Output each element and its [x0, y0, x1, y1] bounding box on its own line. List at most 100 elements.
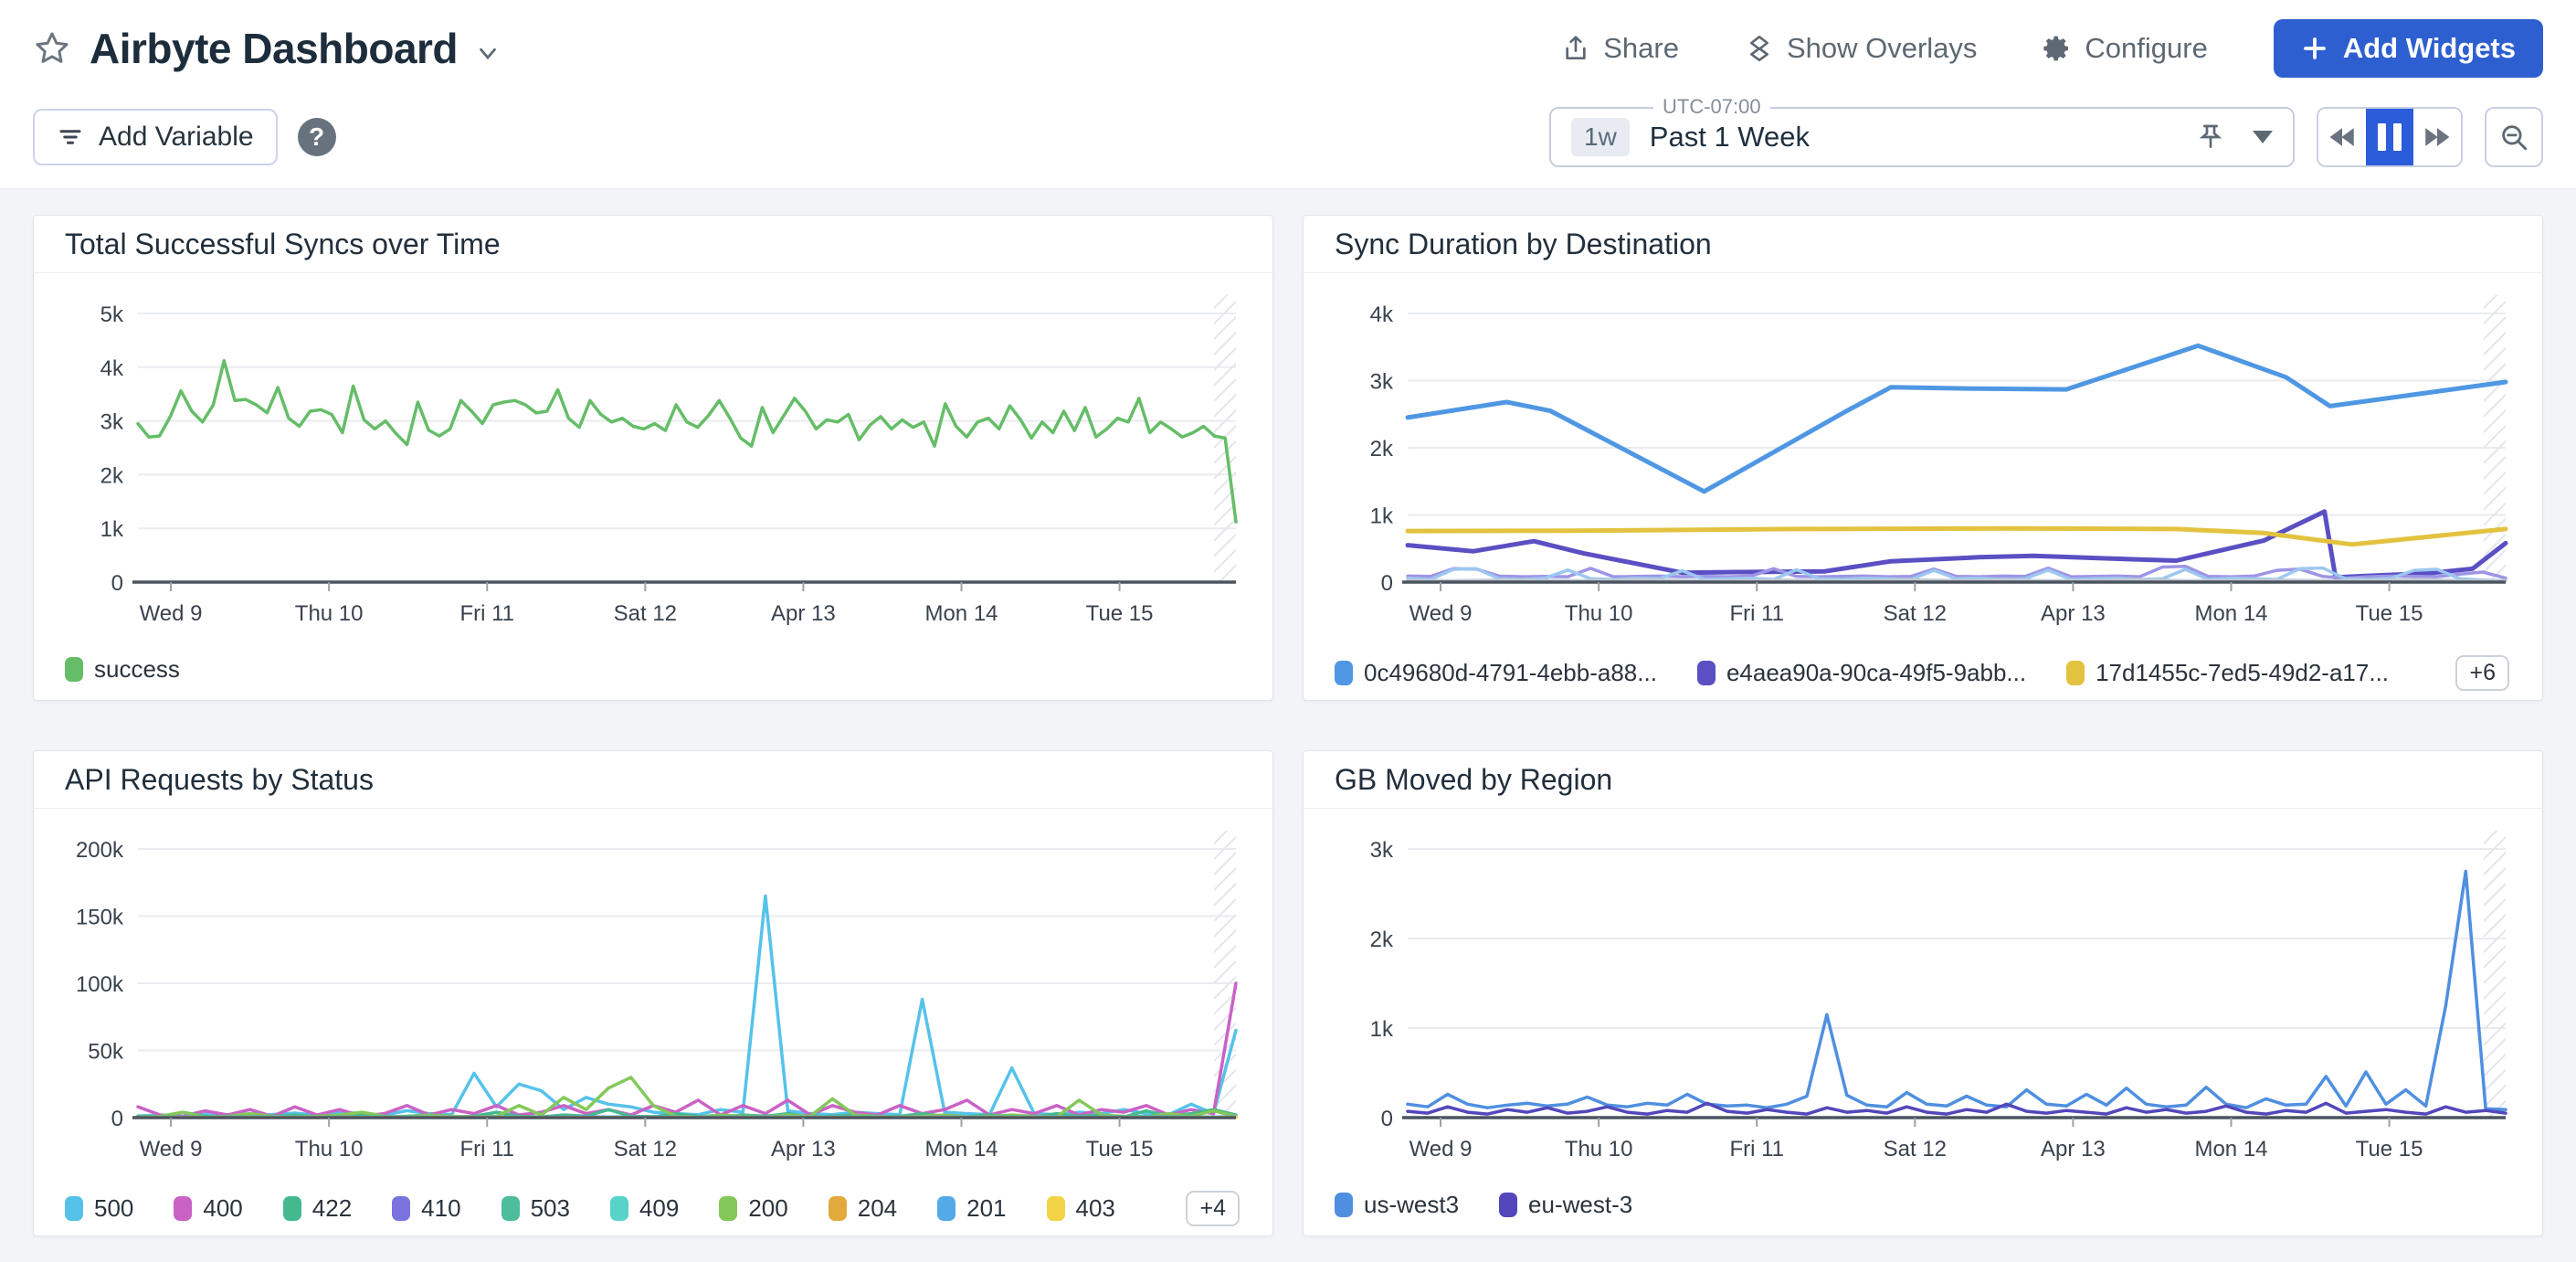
widget-title: Total Successful Syncs over Time	[65, 228, 501, 261]
time-dropdown-caret-icon[interactable]	[2253, 131, 2273, 143]
pause-button[interactable]	[2366, 109, 2413, 165]
chart-legend: success	[65, 655, 1260, 684]
chart-canvas[interactable]: 5k4k3k2k1k0Wed 9Thu 10Fri 11Sat 12Apr 13…	[47, 281, 1260, 646]
svg-text:Thu 10: Thu 10	[295, 601, 364, 626]
chart-canvas[interactable]: 3k2k1k0Wed 9Thu 10Fri 11Sat 12Apr 13Mon …	[1316, 816, 2529, 1182]
legend-label: 422	[312, 1194, 352, 1223]
widget-body: 5k4k3k2k1k0Wed 9Thu 10Fri 11Sat 12Apr 13…	[34, 273, 1272, 684]
legend-label: eu-west-3	[1528, 1191, 1632, 1219]
legend-item[interactable]: success	[65, 655, 180, 684]
svg-text:Tue 15: Tue 15	[1086, 1137, 1154, 1161]
svg-text:Fri 11: Fri 11	[459, 1137, 514, 1161]
legend-swatch	[610, 1196, 628, 1221]
svg-text:4k: 4k	[100, 356, 124, 381]
legend-swatch	[1335, 1193, 1353, 1217]
legend-swatch	[1499, 1193, 1517, 1217]
legend-label: success	[94, 655, 180, 684]
svg-text:Sat 12: Sat 12	[1884, 601, 1947, 626]
legend-item[interactable]: 201	[937, 1194, 1006, 1223]
legend-item[interactable]: 500	[65, 1194, 133, 1223]
legend-item[interactable]: 410	[392, 1194, 460, 1223]
show-overlays-button[interactable]: Show Overlays	[1745, 32, 1977, 65]
header-actions: Share Show Overlays Configure	[1561, 19, 2543, 78]
svg-text:Apr 13: Apr 13	[771, 1137, 836, 1161]
legend-item[interactable]: 200	[719, 1194, 787, 1223]
svg-text:1k: 1k	[100, 517, 124, 542]
svg-text:5k: 5k	[100, 302, 124, 327]
svg-text:50k: 50k	[88, 1040, 124, 1065]
legend-swatch	[719, 1196, 737, 1221]
svg-text:Fri 11: Fri 11	[459, 601, 514, 626]
widget-sync-duration: Sync Duration by Destination 4k3k2k1k0We…	[1303, 215, 2543, 701]
svg-text:Sat 12: Sat 12	[1884, 1137, 1947, 1161]
pin-icon[interactable]	[2196, 122, 2225, 152]
svg-text:Wed 9: Wed 9	[1409, 1137, 1473, 1161]
legend-item[interactable]: 17d1455c-7ed5-49d2-a17...	[2066, 659, 2389, 687]
svg-text:Fri 11: Fri 11	[1729, 601, 1784, 626]
legend-swatch	[392, 1196, 410, 1221]
configure-button[interactable]: Configure	[2043, 32, 2207, 65]
legend-swatch	[283, 1196, 301, 1221]
favorite-star-icon[interactable]	[33, 29, 71, 68]
svg-text:100k: 100k	[76, 972, 124, 997]
chart-legend: us-west3 eu-west-3	[1335, 1191, 2529, 1219]
add-widgets-button[interactable]: Add Widgets	[2274, 19, 2543, 78]
svg-text:Apr 13: Apr 13	[2041, 601, 2106, 626]
add-variable-label: Add Variable	[99, 122, 254, 153]
time-range-chip[interactable]: 1w	[1571, 118, 1630, 156]
add-variable-button[interactable]: Add Variable	[33, 109, 278, 165]
svg-text:3k: 3k	[100, 410, 124, 435]
legend-item[interactable]: 0c49680d-4791-4ebb-a88...	[1335, 659, 1657, 687]
legend-swatch	[1335, 661, 1353, 685]
time-range-picker[interactable]: UTC-07:00 1w Past 1 Week	[1549, 107, 2295, 167]
legend-item[interactable]: 204	[829, 1194, 897, 1223]
svg-text:0: 0	[111, 1107, 123, 1131]
legend-swatch	[1047, 1196, 1065, 1221]
widget-header[interactable]: Total Successful Syncs over Time	[34, 216, 1272, 273]
widget-header[interactable]: API Requests by Status	[34, 751, 1272, 809]
svg-text:Sat 12: Sat 12	[614, 1137, 677, 1161]
legend-item[interactable]: 503	[501, 1194, 570, 1223]
svg-text:Mon 14: Mon 14	[2194, 601, 2267, 626]
svg-text:Tue 15: Tue 15	[2356, 1137, 2423, 1161]
rewind-button[interactable]	[2318, 109, 2366, 165]
fast-forward-button[interactable]	[2413, 109, 2461, 165]
legend-swatch	[65, 1196, 83, 1221]
widget-body: 4k3k2k1k0Wed 9Thu 10Fri 11Sat 12Apr 13Mo…	[1304, 273, 2542, 691]
share-button[interactable]: Share	[1561, 32, 1679, 65]
svg-text:2k: 2k	[1370, 928, 1394, 952]
svg-text:3k: 3k	[1370, 370, 1394, 395]
svg-text:4k: 4k	[1370, 302, 1394, 327]
plus-icon	[2301, 35, 2328, 62]
legend-item[interactable]: us-west3	[1335, 1191, 1459, 1219]
widget-header[interactable]: GB Moved by Region	[1304, 751, 2542, 809]
legend-label: us-west3	[1364, 1191, 1459, 1219]
legend-overflow-chip[interactable]: +6	[2455, 655, 2509, 691]
legend-item[interactable]: 409	[610, 1194, 679, 1223]
legend-item[interactable]: e4aea90a-90ca-49f5-9abb...	[1697, 659, 2026, 687]
help-button[interactable]: ?	[298, 118, 336, 156]
header-toolbar-row: Add Variable ? UTC-07:00 1w Past 1 Week	[0, 97, 2576, 188]
legend-item[interactable]: 403	[1047, 1194, 1115, 1223]
legend-overflow-chip[interactable]: +4	[1186, 1191, 1240, 1226]
legend-item[interactable]: eu-west-3	[1499, 1191, 1632, 1219]
svg-text:2k: 2k	[1370, 437, 1394, 461]
legend-item[interactable]: 422	[283, 1194, 352, 1223]
chart-canvas[interactable]: 4k3k2k1k0Wed 9Thu 10Fri 11Sat 12Apr 13Mo…	[1316, 281, 2529, 646]
share-label: Share	[1603, 32, 1679, 65]
page-title[interactable]: Airbyte Dashboard	[90, 24, 458, 73]
chart-legend: 500 400 422 410 503 409 200 204 201 403 +4	[65, 1191, 1260, 1226]
svg-text:Thu 10: Thu 10	[1565, 1137, 1633, 1161]
help-icon: ?	[309, 122, 324, 152]
legend-item[interactable]: 400	[174, 1194, 242, 1223]
time-range-label: Past 1 Week	[1650, 121, 1810, 154]
svg-text:3k: 3k	[1370, 838, 1394, 863]
title-chevron-down-icon[interactable]	[474, 39, 501, 67]
layers-icon	[1745, 34, 1774, 63]
svg-text:Wed 9: Wed 9	[140, 1137, 203, 1161]
zoom-out-button[interactable]	[2485, 107, 2543, 167]
chart-canvas[interactable]: 200k150k100k50k0Wed 9Thu 10Fri 11Sat 12A…	[47, 816, 1260, 1182]
widget-header[interactable]: Sync Duration by Destination	[1304, 216, 2542, 273]
svg-text:Mon 14: Mon 14	[2194, 1137, 2267, 1161]
gear-icon	[2043, 34, 2072, 63]
